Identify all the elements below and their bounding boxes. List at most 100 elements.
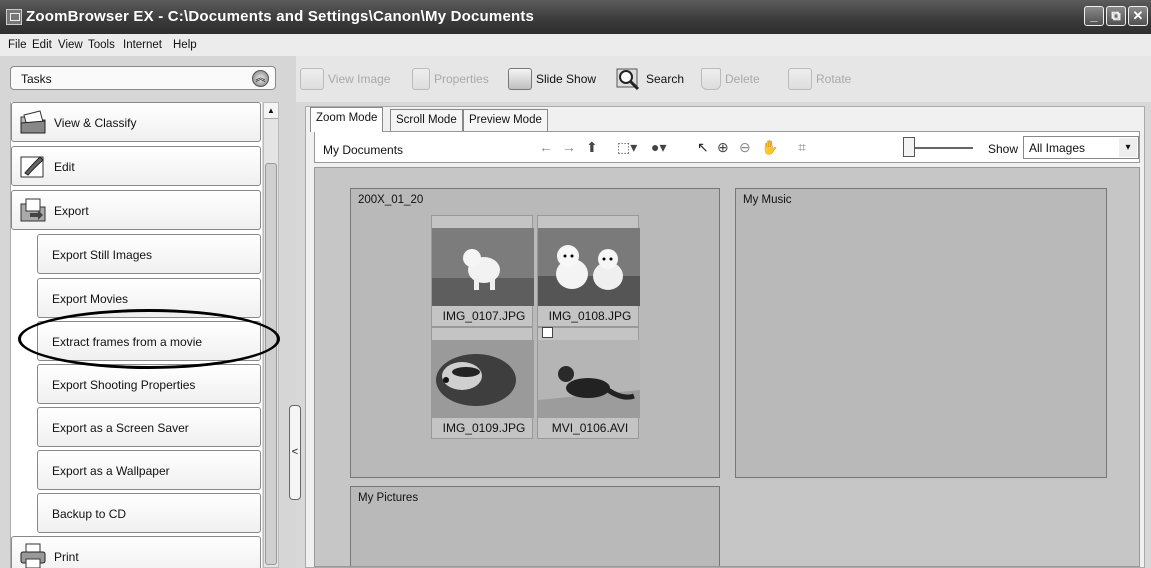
pointer-tool-icon[interactable]: ↖: [697, 139, 709, 156]
task-label: Export Still Images: [52, 248, 153, 262]
highlight-circle: [18, 309, 280, 369]
trash-icon: [701, 68, 721, 90]
movie-icon: [542, 327, 553, 338]
thumbnail-caption: IMG_0109.JPG: [442, 421, 526, 435]
folder-name: 200X_01_20: [358, 194, 424, 206]
gallery-area: 200X_01_20 IMG_0107.JPG IMG_0108.JPG IMG…: [314, 167, 1140, 567]
thumbnail-img-0107[interactable]: IMG_0107.JPG: [431, 215, 534, 327]
thumbnail-caption: IMG_0108.JPG: [548, 309, 632, 323]
properties-label: Properties: [434, 72, 489, 86]
view-bar: My Documents ← → ⬆ ⬚▾ ●▾ ↖ ⊕ ⊖ ✋ ⌗ Show …: [314, 131, 1140, 163]
thumbnail-caption: MVI_0106.AVI: [551, 421, 629, 435]
title-bar: ZoomBrowser EX - C:\Documents and Settin…: [0, 0, 1151, 34]
show-filter-select[interactable]: All Images ▾: [1023, 136, 1139, 159]
tab-scroll-mode[interactable]: Scroll Mode: [390, 109, 463, 131]
info-menu-icon[interactable]: ●▾: [651, 139, 666, 156]
restore-button[interactable]: ⧉: [1106, 6, 1126, 26]
task-label: Export as a Screen Saver: [52, 421, 189, 435]
rotate-button[interactable]: Rotate: [788, 66, 851, 92]
menu-internet[interactable]: Internet: [123, 39, 162, 51]
select-menu-icon[interactable]: ⬚▾: [617, 139, 637, 156]
tab-zoom-mode[interactable]: Zoom Mode: [310, 107, 384, 132]
slide-show-icon: [508, 68, 532, 90]
view-image-label: View Image: [328, 72, 391, 86]
tasks-header-label: Tasks: [21, 72, 52, 86]
hand-tool-icon[interactable]: ✋: [761, 139, 778, 156]
rotate-icon: [788, 68, 812, 90]
menu-file[interactable]: File: [8, 39, 27, 51]
scrollbar-thumb[interactable]: [265, 163, 277, 565]
folder-name: My Pictures: [358, 492, 419, 504]
export-icon: [20, 198, 46, 222]
task-label: Print: [54, 550, 79, 564]
properties-button[interactable]: Properties: [412, 66, 489, 92]
two-dogs-photo: [538, 228, 640, 306]
tasks-header[interactable]: Tasks ︽: [10, 66, 276, 90]
task-print[interactable]: Print: [11, 536, 261, 568]
thumbnail-img-0108[interactable]: IMG_0108.JPG: [537, 215, 640, 327]
menu-bar: File Edit View Tools Internet Help: [0, 34, 1151, 56]
show-label: Show: [988, 142, 1019, 156]
delete-label: Delete: [725, 72, 760, 86]
close-button[interactable]: ✕: [1128, 6, 1148, 26]
folder-view-icon: [20, 110, 46, 134]
forward-arrow-icon[interactable]: →: [562, 139, 576, 155]
chevron-down-icon[interactable]: ▾: [1119, 138, 1137, 157]
back-arrow-icon[interactable]: ←: [539, 139, 553, 155]
window-title: ZoomBrowser EX - C:\Documents and Settin…: [26, 8, 535, 25]
up-arrow-icon[interactable]: ⬆: [586, 139, 598, 156]
ferret-closeup-photo: [432, 340, 534, 418]
view-image-icon: [300, 68, 324, 90]
menu-tools[interactable]: Tools: [88, 39, 115, 51]
zoom-slider-thumb[interactable]: [903, 137, 915, 157]
slide-show-button[interactable]: Slide Show: [508, 66, 596, 92]
main-toolbar: View Image Properties Slide Show Search …: [296, 56, 1151, 102]
folder-my-music[interactable]: My Music: [735, 188, 1107, 478]
zoom-out-icon[interactable]: ⊖: [739, 139, 751, 156]
menu-edit[interactable]: Edit: [32, 39, 52, 51]
folder-200x-01-20[interactable]: 200X_01_20 IMG_0107.JPG IMG_0108.JPG IMG…: [350, 188, 720, 478]
thumbnail-mvi-0106[interactable]: MVI_0106.AVI: [537, 327, 640, 439]
printer-icon: [20, 543, 46, 568]
task-export-wallpaper[interactable]: Export as a Wallpaper: [37, 450, 261, 490]
menu-help[interactable]: Help: [173, 39, 197, 51]
zoom-in-icon[interactable]: ⊕: [717, 139, 729, 156]
scroll-up-arrow-icon[interactable]: ▲: [264, 103, 278, 119]
ferret-movie-frame: [538, 340, 640, 418]
task-label: Export as a Wallpaper: [52, 464, 170, 478]
task-label: Export: [54, 204, 89, 218]
thumbnail-caption: IMG_0107.JPG: [442, 309, 526, 323]
properties-icon: [412, 68, 430, 90]
collapse-panel-button[interactable]: <: [289, 405, 301, 500]
browser-content: Zoom Mode Scroll Mode Preview Mode My Do…: [305, 106, 1145, 568]
task-export-shooting-properties[interactable]: Export Shooting Properties: [37, 364, 261, 404]
show-filter-value: All Images: [1029, 141, 1086, 155]
folder-my-pictures[interactable]: My Pictures: [350, 486, 720, 566]
task-export-still-images[interactable]: Export Still Images: [37, 234, 261, 274]
edit-brush-icon: [20, 156, 44, 178]
task-label: View & Classify: [54, 116, 137, 130]
collapse-chevron-icon[interactable]: ︽: [252, 70, 269, 87]
task-edit[interactable]: Edit: [11, 146, 261, 186]
task-view-classify[interactable]: View & Classify: [11, 102, 261, 142]
folder-name: My Music: [743, 194, 792, 206]
task-label: Edit: [54, 160, 75, 174]
search-button[interactable]: Search: [616, 66, 684, 92]
app-icon: [6, 9, 22, 25]
task-label: Export Movies: [52, 292, 129, 306]
task-export[interactable]: Export: [11, 190, 261, 230]
zoom-slider-track[interactable]: [908, 147, 973, 149]
search-label: Search: [646, 72, 685, 86]
fit-view-icon[interactable]: ⌗: [798, 139, 806, 156]
rotate-label: Rotate: [816, 72, 852, 86]
tab-preview-mode[interactable]: Preview Mode: [463, 109, 548, 131]
task-label: Export Shooting Properties: [52, 378, 196, 392]
dog-photo: [432, 228, 534, 306]
menu-view[interactable]: View: [58, 39, 83, 51]
task-backup-cd[interactable]: Backup to CD: [37, 493, 261, 533]
view-image-button[interactable]: View Image: [300, 66, 390, 92]
thumbnail-img-0109[interactable]: IMG_0109.JPG: [431, 327, 534, 439]
minimize-button[interactable]: _: [1084, 6, 1104, 26]
delete-button[interactable]: Delete: [701, 66, 760, 92]
task-export-screen-saver[interactable]: Export as a Screen Saver: [37, 407, 261, 447]
